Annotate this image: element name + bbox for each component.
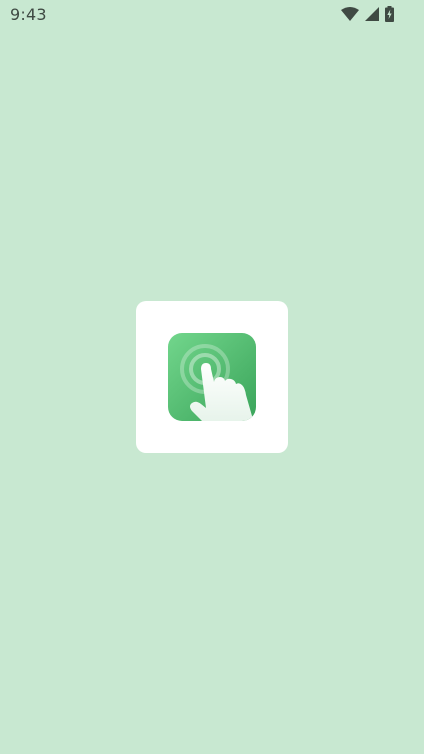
splash-card — [136, 301, 288, 453]
battery-charging-icon — [385, 6, 394, 22]
wifi-icon — [341, 7, 359, 21]
status-icons — [341, 6, 394, 22]
cellular-signal-icon — [365, 7, 379, 21]
status-time: 9:43 — [10, 5, 47, 24]
tap-hand-icon — [168, 333, 256, 421]
status-bar: 9:43 — [0, 0, 424, 28]
app-icon — [168, 333, 256, 421]
